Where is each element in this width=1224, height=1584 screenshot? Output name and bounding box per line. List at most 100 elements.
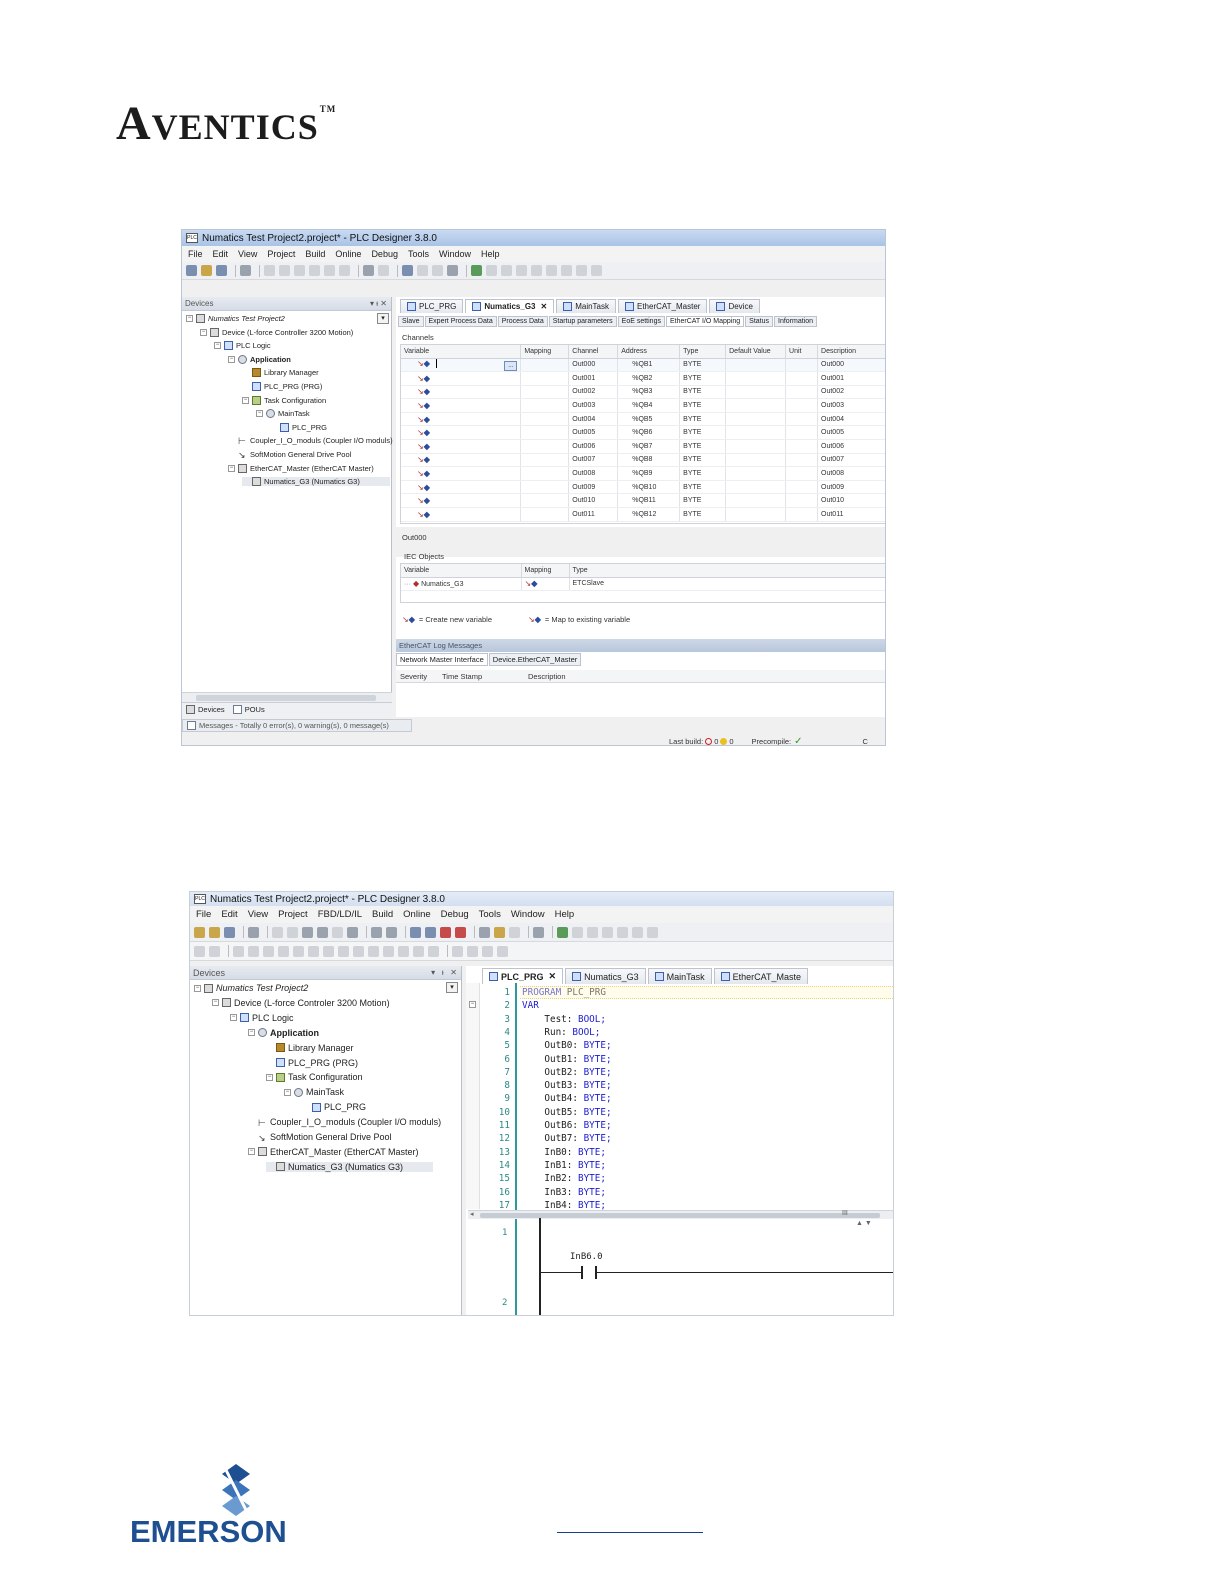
input-icon[interactable]	[353, 945, 364, 957]
tab-ethercat-master[interactable]: EtherCAT_Master	[618, 299, 708, 313]
iec-row[interactable]: ··· ◆ Numatics_G3 ↘◆ ETCSlave	[401, 577, 885, 592]
step-out-icon[interactable]	[591, 265, 602, 276]
copy-icon[interactable]	[309, 265, 320, 276]
expand-toggle-icon[interactable]: −	[266, 1073, 273, 1081]
code-line[interactable]: OutB3: BYTE;	[522, 1080, 611, 1091]
table-row[interactable]: ↘◆ Out006 %QB7 BYTE Out006	[401, 439, 885, 454]
default-value-cell[interactable]	[725, 493, 787, 509]
tree-node[interactable]: − EtherCAT_Master (EtherCAT Master)	[248, 1147, 419, 1157]
footer-link-underline[interactable]	[557, 1532, 703, 1533]
paste-icon[interactable]	[324, 265, 335, 276]
menu-project[interactable]: Project	[278, 909, 308, 920]
menu-build[interactable]: Build	[305, 249, 325, 259]
subtab-process-data[interactable]: Process Data	[497, 316, 548, 327]
variable-cell[interactable]: ↘◆	[401, 412, 522, 427]
device-icon[interactable]	[447, 265, 458, 276]
reset-icon[interactable]	[617, 926, 628, 938]
menu-view[interactable]: View	[248, 909, 268, 920]
parallel-contact-icon[interactable]	[293, 945, 304, 957]
tree-node[interactable]: Library Manager	[242, 368, 319, 378]
table-row[interactable]: ↘◆ Out004 %QB5 BYTE Out004	[401, 412, 885, 427]
bookmark-clear-icon[interactable]	[455, 926, 466, 938]
column-header[interactable]: Channel	[568, 345, 619, 359]
tree-node[interactable]: Library Manager	[266, 1043, 354, 1053]
tree-node[interactable]: − Task Configuration	[242, 395, 326, 405]
tree-node[interactable]: ⊢ Coupler_I_O_moduls (Coupler I/O moduls)	[248, 1117, 441, 1128]
menu-debug[interactable]: Debug	[371, 249, 398, 259]
default-value-cell[interactable]	[725, 466, 787, 481]
tree-node[interactable]: PLC_PRG	[302, 1102, 366, 1112]
tree-node[interactable]: ↘ SoftMotion General Drive Pool	[228, 450, 351, 460]
new-icon[interactable]	[186, 265, 197, 276]
tree-node[interactable]: − Application	[248, 1028, 319, 1038]
collapse-icon[interactable]: −	[469, 1001, 476, 1008]
tree-node[interactable]: − Numatics Test Project2	[194, 983, 308, 993]
tree-node[interactable]: PLC_PRG (PRG)	[266, 1058, 358, 1068]
zoom-icon[interactable]	[497, 945, 508, 957]
column-header[interactable]: Unit	[785, 345, 819, 359]
align-icon[interactable]	[452, 945, 463, 957]
horizontal-scrollbar[interactable]	[182, 692, 392, 702]
tree-dropdown-button[interactable]: ▾	[377, 313, 389, 324]
variable-cell[interactable]: ↘◆	[401, 480, 522, 495]
print-icon[interactable]	[240, 265, 251, 276]
branch-icon[interactable]	[398, 945, 409, 957]
menu-tools[interactable]: Tools	[479, 909, 501, 920]
assign-icon[interactable]	[383, 945, 394, 957]
panel-controls[interactable]: ▾ ᵼ ✕	[370, 299, 387, 308]
undo-icon[interactable]	[264, 265, 275, 276]
breakpoint-icon[interactable]	[632, 926, 643, 938]
default-value-cell[interactable]	[725, 439, 787, 454]
menu-project[interactable]: Project	[267, 249, 295, 259]
tree-node[interactable]: Numatics_G3 (Numatics G3)	[266, 1161, 434, 1172]
step-icon[interactable]	[647, 926, 658, 938]
reset-coil-icon[interactable]	[278, 945, 289, 957]
document-icon[interactable]	[432, 265, 443, 276]
paste-icon[interactable]	[332, 926, 343, 938]
default-value-cell[interactable]	[725, 358, 787, 373]
devices-tab[interactable]: Devices	[182, 705, 229, 714]
column-header[interactable]: Description	[817, 345, 885, 359]
tree-node[interactable]: − Device (L-force Controller 3200 Motion)	[200, 327, 353, 337]
code-line[interactable]: OutB0: BYTE;	[522, 1040, 611, 1051]
default-value-cell[interactable]	[725, 398, 787, 413]
code-line[interactable]: InB0: BYTE;	[522, 1147, 606, 1158]
cut-icon[interactable]	[294, 265, 305, 276]
document-icon[interactable]	[509, 926, 520, 938]
tree-node[interactable]: − MainTask	[284, 1087, 344, 1097]
coil-icon[interactable]	[248, 945, 259, 957]
code-line[interactable]: OutB5: BYTE;	[522, 1107, 611, 1118]
code-line[interactable]: OutB1: BYTE;	[522, 1054, 611, 1065]
step-over-icon[interactable]	[561, 265, 572, 276]
tree-dropdown-button[interactable]: ▾	[446, 982, 458, 993]
distribute-icon[interactable]	[467, 945, 478, 957]
menu-debug[interactable]: Debug	[441, 909, 469, 920]
subtab-slave[interactable]: Slave	[398, 316, 424, 327]
log-tab-device[interactable]: Device.EtherCAT_Master	[488, 653, 582, 666]
tree-node[interactable]: ⊢ Coupler_I_O_moduls (Coupler I/O moduls)	[228, 436, 393, 446]
table-row[interactable]: ↘◆ Out002 %QB3 BYTE Out002	[401, 385, 885, 400]
subtab-expert-process-data[interactable]: Expert Process Data	[424, 316, 497, 327]
subtab-startup-parameters[interactable]: Startup parameters	[548, 316, 617, 327]
step-icon[interactable]	[531, 265, 542, 276]
delete-icon[interactable]	[347, 926, 358, 938]
expand-toggle-icon[interactable]: −	[194, 984, 201, 992]
tree-node[interactable]: PLC_PRG (PRG)	[242, 382, 322, 391]
login-icon[interactable]	[471, 265, 482, 276]
expand-toggle-icon[interactable]: −	[200, 328, 207, 336]
expand-toggle-icon[interactable]: −	[284, 1088, 291, 1096]
default-value-cell[interactable]	[725, 385, 787, 400]
splitter[interactable]	[396, 527, 885, 557]
set-coil-icon[interactable]	[263, 945, 274, 957]
tree-node[interactable]: ↘ SoftMotion General Drive Pool	[248, 1132, 392, 1143]
editor-hscrollbar[interactable]: ◂ III	[468, 1210, 893, 1219]
variable-cell[interactable]: ↘◆	[401, 453, 522, 468]
browse-button[interactable]: ...	[504, 360, 518, 371]
tab-maintask[interactable]: MainTask	[647, 968, 712, 984]
expand-toggle-icon[interactable]: −	[256, 410, 263, 418]
code-line[interactable]: OutB7: BYTE;	[522, 1133, 611, 1144]
expand-toggle-icon[interactable]: −	[186, 315, 193, 322]
subtab-ethercat-i-o-mapping[interactable]: EtherCAT I/O Mapping	[665, 316, 745, 327]
table-row[interactable]: ↘◆ Out009 %QB10 BYTE Out009	[401, 480, 885, 495]
redo-icon[interactable]	[279, 265, 290, 276]
